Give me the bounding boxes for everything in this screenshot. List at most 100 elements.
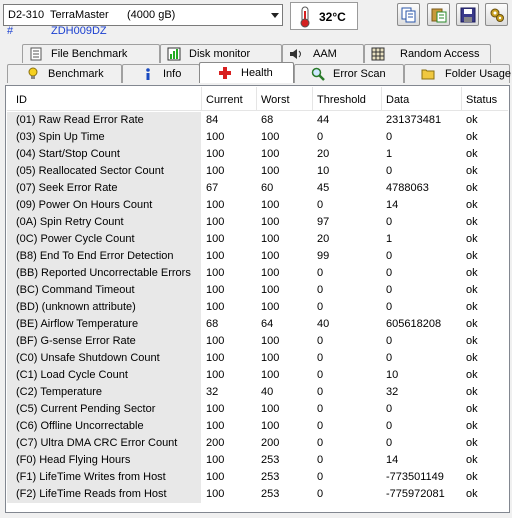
tab-health[interactable]: Health: [199, 62, 294, 83]
cell-status: ok: [466, 386, 478, 398]
cell-id: (C1) Load Cycle Count: [16, 369, 128, 381]
paste-button[interactable]: [427, 3, 450, 26]
cell-threshold: 0: [317, 386, 324, 398]
bulb-icon: [28, 67, 38, 79]
tab-error-scan[interactable]: Error Scan: [294, 64, 404, 83]
column-header-worst[interactable]: Worst: [261, 94, 290, 106]
cell-status: ok: [466, 318, 478, 330]
tab-info[interactable]: Info: [122, 64, 200, 83]
temperature-value: 32°C: [319, 10, 346, 24]
cell-status: ok: [466, 335, 478, 347]
table-row[interactable]: (B8) End To End Error Detection 100 100 99 0…: [7, 248, 508, 265]
cell-id: (F2) LifeTime Reads from Host: [16, 488, 167, 500]
table-row[interactable]: (0A) Spin Retry Count 100 100 97 0 ok: [7, 214, 508, 231]
table-row[interactable]: (C6) Offline Uncorrectable 100 100 0 0 ok: [7, 418, 508, 435]
copy-button[interactable]: [397, 3, 420, 26]
cell-data: 0: [386, 267, 393, 279]
speaker-icon: [290, 49, 301, 59]
column-header-status[interactable]: Status: [466, 94, 497, 106]
table-row[interactable]: (C1) Load Cycle Count 100 100 0 10 ok: [7, 367, 508, 384]
cell-worst: 100: [261, 131, 280, 143]
tab-file-benchmark[interactable]: File Benchmark: [22, 44, 160, 63]
cell-threshold: 0: [317, 420, 324, 432]
cell-status: ok: [466, 114, 478, 126]
cell-status: ok: [466, 488, 478, 500]
cell-current: 100: [206, 403, 225, 415]
table-row[interactable]: (0C) Power Cycle Count 100 100 20 1 ok: [7, 231, 508, 248]
cell-current: 100: [206, 471, 225, 483]
table-row[interactable]: (F2) LifeTime Reads from Host 100 253 0 -775…: [7, 486, 508, 503]
cell-threshold: 0: [317, 403, 324, 415]
table-row[interactable]: (F0) Head Flying Hours 100 253 0 14 ok: [7, 452, 508, 469]
tab-aam[interactable]: AAM: [282, 44, 364, 63]
table-row[interactable]: (04) Start/Stop Count 100 100 20 1 ok: [7, 146, 508, 163]
cell-status: ok: [466, 301, 478, 313]
table-row[interactable]: (09) Power On Hours Count 100 100 0 14 ok: [7, 197, 508, 214]
cell-current: 68: [206, 318, 219, 330]
cell-current: 100: [206, 250, 225, 262]
tab-random-access-label: Random Access: [400, 48, 480, 60]
table-row[interactable]: (03) Spin Up Time 100 100 0 0 ok: [7, 129, 508, 146]
save-button[interactable]: [456, 3, 479, 26]
cell-worst: 253: [261, 471, 280, 483]
column-header-threshold[interactable]: Threshold: [317, 94, 366, 106]
cell-current: 100: [206, 420, 225, 432]
cell-current: 100: [206, 301, 225, 313]
chevron-down-icon[interactable]: [271, 13, 279, 18]
cell-threshold: 99: [317, 250, 330, 262]
cell-data: 32: [386, 386, 399, 398]
cell-id: (0C) Power Cycle Count: [16, 233, 135, 245]
table-row[interactable]: (C2) Temperature 32 40 0 32 ok: [7, 384, 508, 401]
cell-data: 4788063: [386, 182, 429, 194]
cell-worst: 100: [261, 403, 280, 415]
tab-random-access[interactable]: Random Access: [364, 44, 491, 63]
cell-threshold: 20: [317, 233, 330, 245]
drive-selector[interactable]: D2-310 TerraMaster (4000 gB): [3, 4, 283, 26]
tab-disk-monitor[interactable]: Disk monitor: [160, 44, 282, 63]
cell-data: 1: [386, 148, 393, 160]
tab-folder-usage[interactable]: Folder Usage: [404, 64, 511, 83]
grid-icon: [371, 47, 385, 61]
table-row[interactable]: (07) Seek Error Rate 67 60 45 4788063 ok: [7, 180, 508, 197]
cell-id: (09) Power On Hours Count: [16, 199, 153, 211]
cell-threshold: 0: [317, 437, 324, 449]
table-row[interactable]: (C5) Current Pending Sector 100 100 0 0 ok: [7, 401, 508, 418]
table-row[interactable]: (C7) Ultra DMA CRC Error Count 200 200 0 0 ok: [7, 435, 508, 452]
table-row[interactable]: (F1) LifeTime Writes from Host 100 253 0 -77…: [7, 469, 508, 486]
cell-data: -775972081: [386, 488, 445, 500]
table-row[interactable]: (05) Reallocated Sector Count 100 100 10 0 ok: [7, 163, 508, 180]
table-row[interactable]: (BB) Reported Uncorrectable Errors 100 100…: [7, 265, 508, 282]
cell-worst: 200: [261, 437, 280, 449]
table-row[interactable]: (01) Raw Read Error Rate 84 68 44 231373481 o…: [7, 112, 508, 129]
cell-current: 100: [206, 233, 225, 245]
cell-status: ok: [466, 182, 478, 194]
cell-data: 0: [386, 352, 393, 364]
table-row[interactable]: (C0) Unsafe Shutdown Count 100 100 0 0 ok: [7, 350, 508, 367]
cell-threshold: 0: [317, 301, 324, 313]
column-header-current[interactable]: Current: [206, 94, 243, 106]
table-row[interactable]: (BD) (unknown attribute) 100 100 0 0 ok: [7, 299, 508, 316]
chart-icon: [167, 47, 181, 61]
table-row[interactable]: (BF) G-sense Error Rate 100 100 0 0 ok: [7, 333, 508, 350]
cell-current: 100: [206, 488, 225, 500]
cell-status: ok: [466, 369, 478, 381]
cell-data: 0: [386, 284, 393, 296]
cell-status: ok: [466, 233, 478, 245]
table-header: ID Current Worst Threshold Data Status: [7, 87, 508, 111]
table-row[interactable]: (BE) Airflow Temperature 68 64 40 605618208 o…: [7, 316, 508, 333]
cell-id: (BE) Airflow Temperature: [16, 318, 139, 330]
table-row[interactable]: (BC) Command Timeout 100 100 0 0 ok: [7, 282, 508, 299]
cell-id: (C7) Ultra DMA CRC Error Count: [16, 437, 178, 449]
cell-current: 84: [206, 114, 219, 126]
cell-data: 0: [386, 301, 393, 313]
settings-button[interactable]: [485, 3, 508, 26]
cell-current: 100: [206, 352, 225, 364]
serial-number: ZDH009DZ: [51, 25, 107, 37]
serial-row: # ZDH009DZ: [3, 25, 283, 39]
cell-worst: 100: [261, 369, 280, 381]
cell-data: 0: [386, 420, 393, 432]
column-header-data[interactable]: Data: [386, 94, 409, 106]
smart-table[interactable]: ID Current Worst Threshold Data Status (…: [5, 85, 510, 513]
tab-benchmark[interactable]: Benchmark: [7, 64, 122, 83]
column-header-id[interactable]: ID: [16, 94, 27, 106]
